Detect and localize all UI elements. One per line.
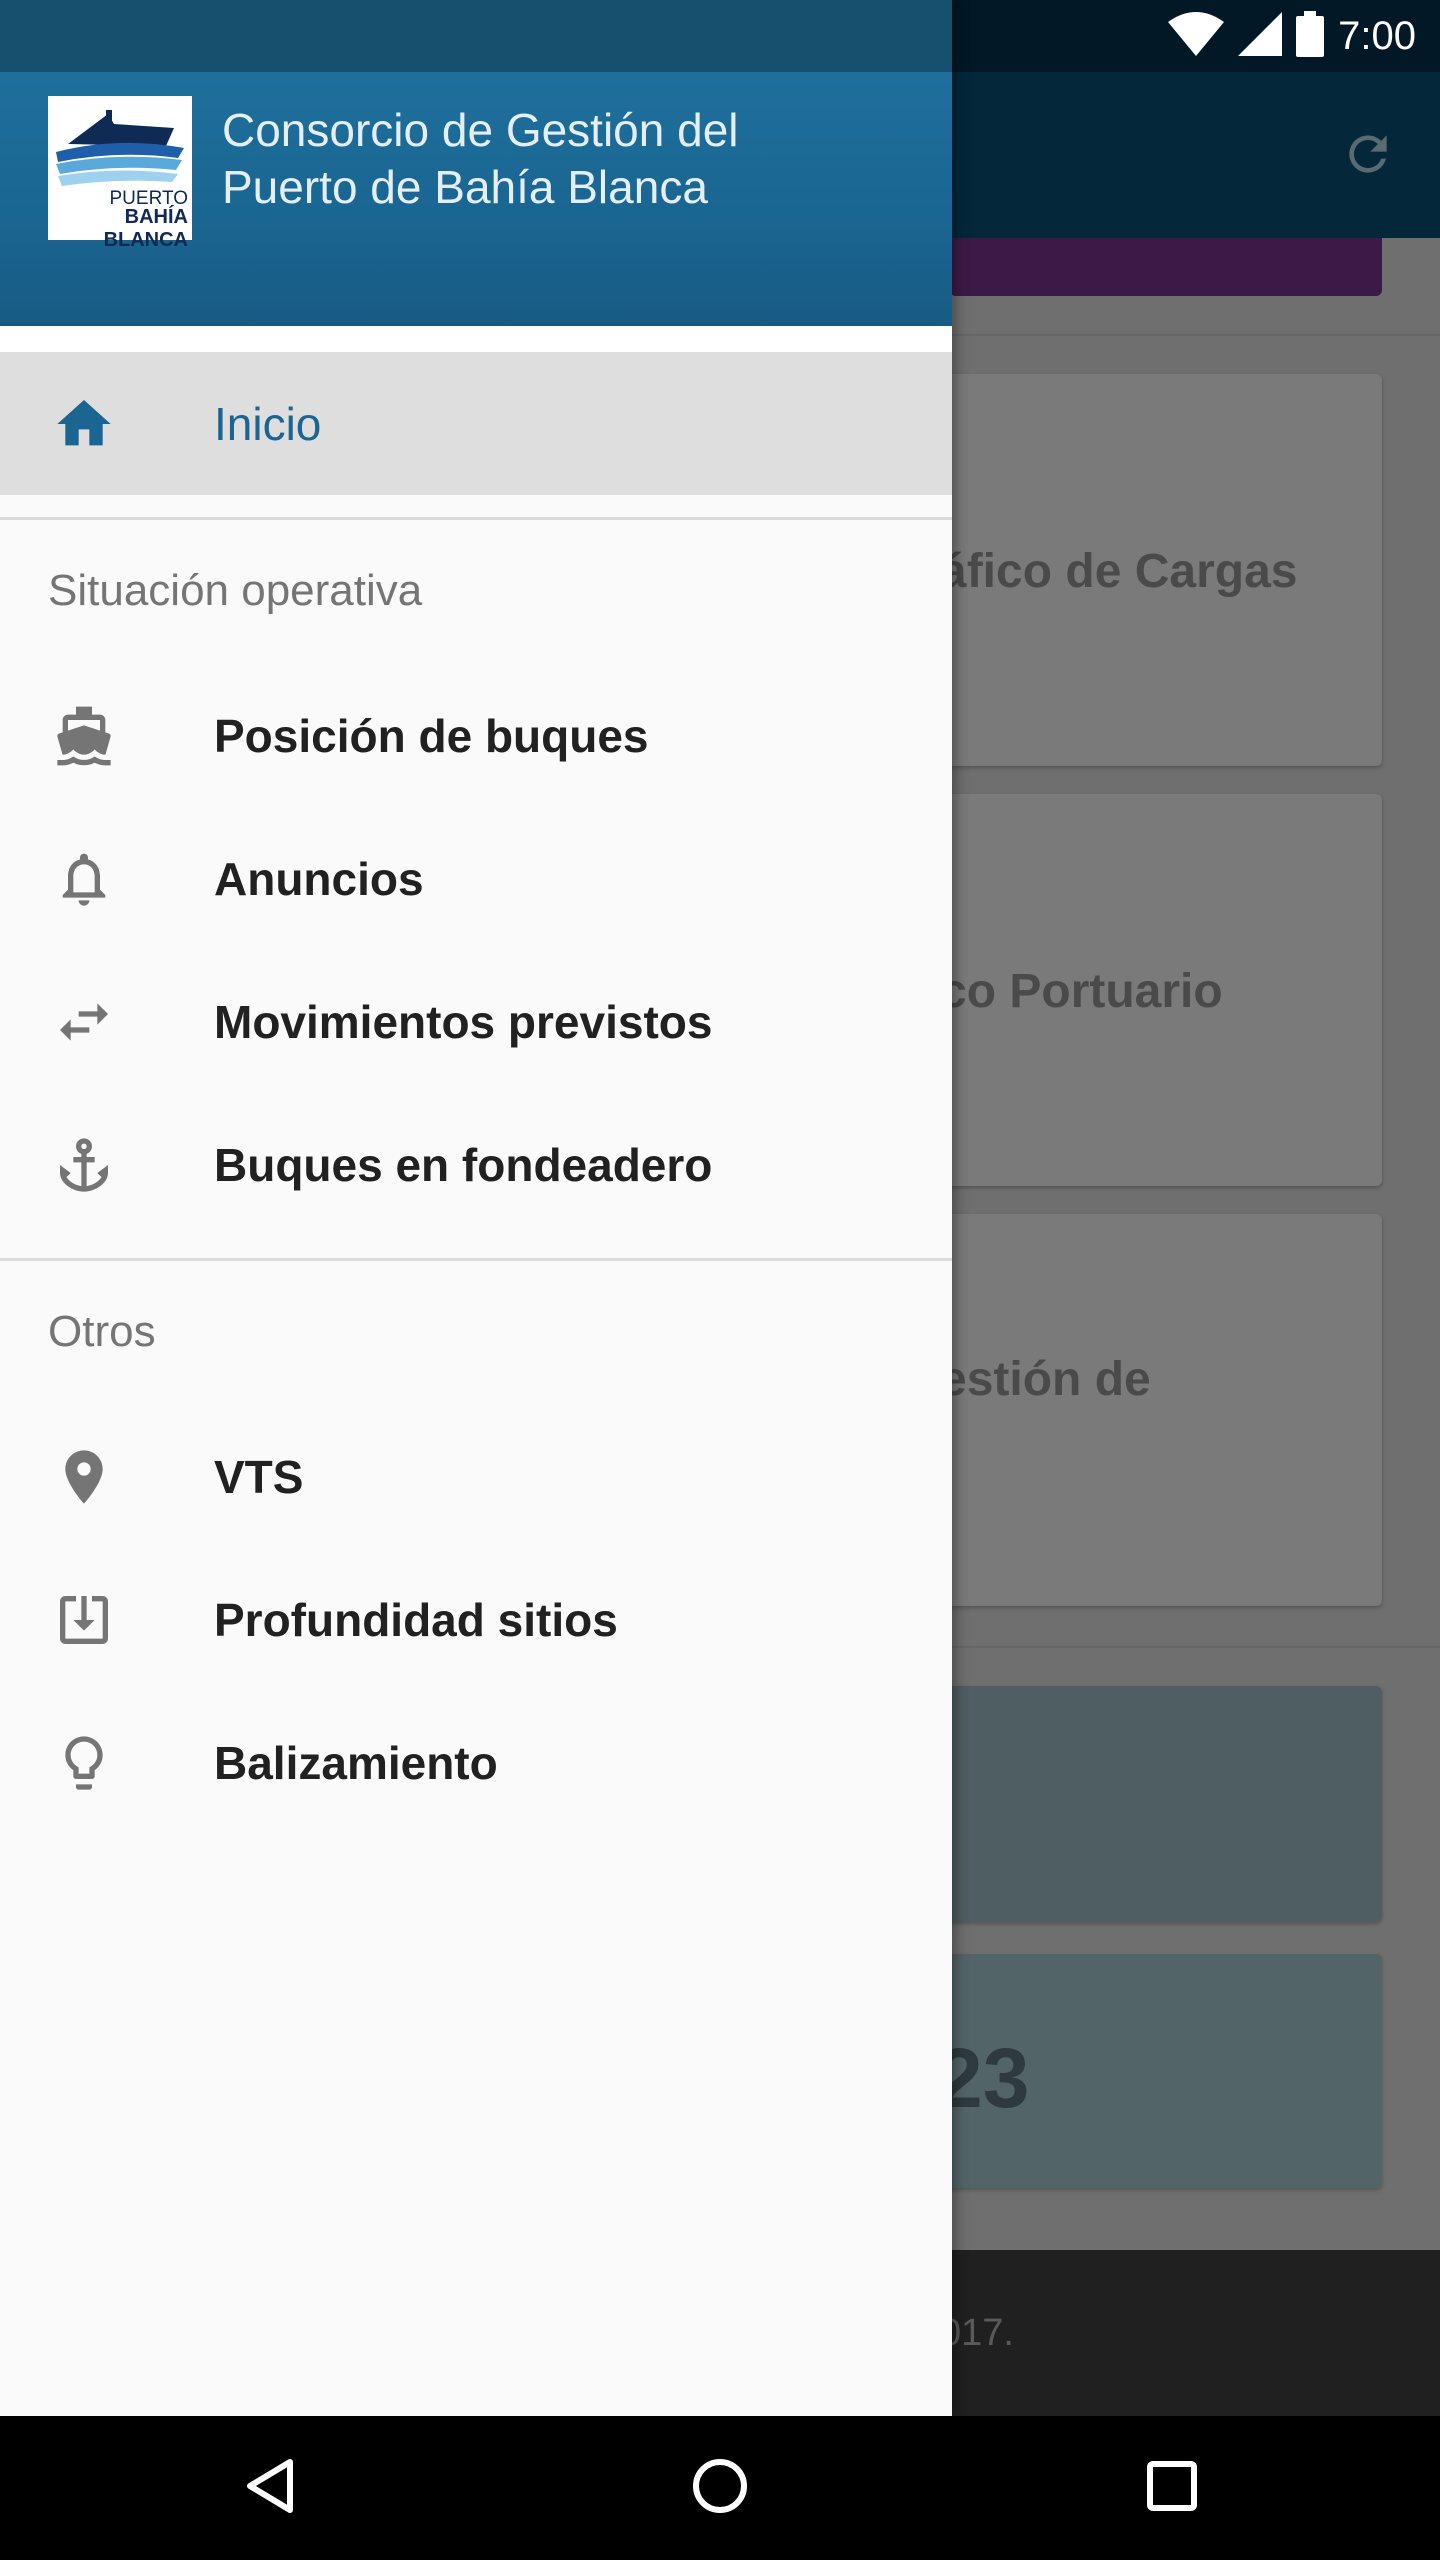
drawer-header: PUERTO BAHÍA BLANCA Consorcio de Gestión… <box>0 72 952 326</box>
home-circle-icon <box>690 2456 750 2521</box>
nav-item-label: VTS <box>214 1450 304 1503</box>
stat-card <box>930 1686 1382 1922</box>
home-icon <box>48 388 120 460</box>
system-nav-bar <box>0 2416 1440 2560</box>
refresh-button[interactable] <box>1330 118 1406 194</box>
recents-button[interactable] <box>1122 2438 1222 2538</box>
section-divider <box>0 1258 952 1261</box>
purple-banner <box>950 238 1382 296</box>
battery-icon <box>1296 10 1325 62</box>
card-title: co Portuario <box>940 965 1223 1018</box>
card-cargas[interactable]: áfico de Cargas <box>930 374 1382 766</box>
nav-item-movimientos[interactable]: Movimientos previstos <box>0 950 952 1093</box>
card-portuario[interactable]: co Portuario <box>930 794 1382 1186</box>
nav-item-label: Buques en fondeadero <box>214 1138 713 1191</box>
header-spacer <box>0 326 952 352</box>
back-button[interactable] <box>220 2438 320 2538</box>
wifi-icon <box>1168 11 1225 61</box>
logo-caption-bold: BAHÍA BLANCA <box>103 206 188 251</box>
location-pin-icon <box>48 1441 120 1513</box>
nav-item-profundidad[interactable]: Profundidad sitios <box>0 1548 952 1691</box>
home-button[interactable] <box>670 2438 770 2538</box>
navigation-drawer: PUERTO BAHÍA BLANCA Consorcio de Gestión… <box>0 0 952 2416</box>
nav-item-anuncios[interactable]: Anuncios <box>0 807 952 950</box>
drawer-title-line1: Consorcio de Gestión del <box>222 104 739 156</box>
section-title-otros: Otros <box>48 1307 156 1356</box>
section-divider <box>0 517 952 520</box>
nav-item-label: Posición de buques <box>214 709 649 762</box>
bell-icon <box>48 843 120 915</box>
card-gestion[interactable]: estión de <box>930 1214 1382 1606</box>
nav-item-label: Movimientos previstos <box>214 995 713 1048</box>
nav-item-vts[interactable]: VTS <box>0 1405 952 1548</box>
ship-icon <box>48 700 120 772</box>
lightbulb-icon <box>48 1727 120 1799</box>
section-title-situacion: Situación operativa <box>48 566 423 615</box>
card-title: estión de <box>940 1353 1151 1406</box>
anchor-icon <box>48 1129 120 1201</box>
nav-item-fondeadero[interactable]: Buques en fondeadero <box>0 1093 952 1236</box>
stat-card: 23 <box>930 1954 1382 2188</box>
swap-arrows-icon <box>48 986 120 1058</box>
signal-icon <box>1238 11 1283 61</box>
nav-item-inicio[interactable]: Inicio <box>0 352 952 495</box>
card-title: áfico de Cargas <box>940 545 1298 598</box>
clock: 7:00 <box>1338 13 1416 58</box>
divider <box>950 334 1440 336</box>
drawer-title-line2: Puerto de Bahía Blanca <box>222 161 708 213</box>
drawer-status-area <box>0 0 952 72</box>
nav-item-balizamiento[interactable]: Balizamiento <box>0 1691 952 1834</box>
nav-item-posicion-buques[interactable]: Posición de buques <box>0 664 952 807</box>
drawer-title: Consorcio de Gestión del Puerto de Bahía… <box>222 102 739 216</box>
nav-item-label: Profundidad sitios <box>214 1593 618 1646</box>
download-box-icon <box>48 1584 120 1656</box>
back-triangle-icon <box>240 2456 300 2521</box>
port-logo: PUERTO BAHÍA BLANCA <box>48 96 192 251</box>
divider <box>950 1646 1440 1648</box>
nav-item-label: Balizamiento <box>214 1736 498 1789</box>
nav-item-label: Anuncios <box>214 852 424 905</box>
nav-item-label: Inicio <box>214 397 322 450</box>
refresh-icon <box>1340 126 1396 187</box>
recents-square-icon <box>1144 2458 1200 2519</box>
status-icons: 7:00 <box>1168 10 1416 62</box>
